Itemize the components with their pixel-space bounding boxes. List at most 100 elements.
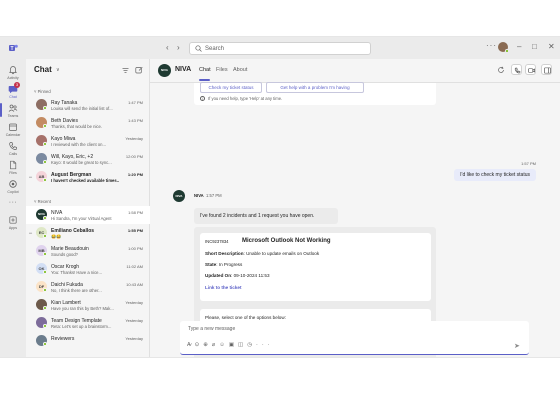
video-call-button[interactable]: [525, 64, 536, 75]
more-options-icon[interactable]: •••: [29, 175, 32, 179]
chat-item-name: Reviewers: [51, 336, 75, 342]
state-value: : In Progress: [216, 262, 243, 267]
recent-section-label[interactable]: ˅ Recent: [34, 199, 51, 204]
chat-list-item[interactable]: Beth Davies Thanks, that would be nice. 1:…: [26, 114, 150, 132]
compose-placeholder: Type a new message: [188, 326, 236, 332]
search-box[interactable]: Search: [189, 42, 371, 55]
rail-item-chat[interactable]: 3 Chat: [0, 82, 26, 99]
chat-list-title: Chat: [34, 65, 52, 74]
chat-item-time: 1:43 PM: [128, 118, 143, 123]
chat-item-preview: I haven't checked available times...: [51, 178, 119, 183]
attach-icon[interactable]: ⊙: [195, 342, 204, 348]
chat-item-time: 1:20 PM: [127, 172, 143, 177]
info-icon: i: [200, 96, 205, 101]
chat-item-time: 11:02 AM: [126, 264, 143, 269]
presence-icon: [43, 270, 47, 274]
chat-item-preview: I reviewed with the client on...: [51, 142, 106, 147]
back-arrow-icon[interactable]: ‹: [166, 43, 169, 52]
chat-item-preview: Thanks, that would be nice.: [51, 124, 102, 129]
format-icon[interactable]: A̷: [187, 342, 195, 348]
rail-item-apps[interactable]: Apps: [0, 215, 26, 230]
more-compose-icon[interactable]: ···: [256, 342, 274, 348]
chat-list-item[interactable]: Team Design Template Reta: Let's set up a…: [26, 314, 150, 332]
recent-label-text: Recent: [37, 199, 51, 204]
ticket-link[interactable]: Link to the ticket: [205, 285, 242, 290]
rail-label-calendar: Calendar: [5, 133, 21, 137]
presence-icon: [43, 106, 47, 110]
presence-icon: [43, 124, 47, 128]
forward-arrow-icon[interactable]: ›: [177, 43, 180, 52]
rail-item-more[interactable]: ···: [0, 199, 26, 206]
rail-item-copilot[interactable]: Copilot: [0, 179, 26, 194]
more-options-icon[interactable]: ···: [486, 41, 497, 50]
chat-item-preview: Reta: Let's set up a brainstorm...: [51, 324, 112, 329]
chat-item-preview: 😂😂: [51, 234, 62, 239]
state-label: State: [205, 262, 217, 267]
app-rail: Activity 3 Chat Teams Calendar Calls Fil…: [0, 59, 26, 357]
search-placeholder: Search: [205, 46, 225, 52]
pinned-section-label[interactable]: ˅ Pinned: [34, 89, 51, 94]
tab-chat[interactable]: Chat: [199, 67, 211, 73]
tab-about[interactable]: About: [233, 67, 247, 73]
presence-icon: [43, 288, 47, 292]
sent-timestamp: 1:57 PM: [521, 161, 536, 166]
presence-icon: [43, 306, 47, 310]
compose-box[interactable]: Type a new message A̷⊙⊕⌀☺▣◫◷···: [180, 321, 529, 355]
close-icon[interactable]: ✕: [548, 42, 555, 51]
loop-icon[interactable]: ⊕: [203, 342, 212, 348]
tab-files[interactable]: Files: [216, 67, 228, 73]
new-chat-icon[interactable]: [135, 66, 143, 74]
teams-window: T ‹ › Search ··· – □ ✕ Activity 3 Chat T…: [0, 36, 560, 358]
rail-item-files[interactable]: Files: [0, 160, 26, 175]
refresh-button[interactable]: [495, 64, 506, 75]
emoji-icon[interactable]: ☺: [219, 342, 229, 348]
chat-list-item[interactable]: EC Emiliano Ceballos 😂😂 1:55 PM •••: [26, 224, 150, 242]
filter-icon[interactable]: [122, 67, 129, 74]
chat-list-item[interactable]: OK Oscar Krogh You: Thanks! Have a nice...…: [26, 260, 150, 278]
chat-header: NIVA NIVA Chat Files About: [150, 59, 560, 83]
chat-list-item[interactable]: AB August Bergman I haven't checked availa…: [26, 168, 150, 186]
more-options-icon[interactable]: •••: [29, 231, 32, 235]
rail-label-calls: Calls: [9, 152, 17, 156]
chat-list-item[interactable]: DF Daichi Fukuda No, I think there are oth…: [26, 278, 150, 296]
chat-item-time: Yesterday: [125, 136, 143, 141]
chat-list-item[interactable]: Will, Kayo, Eric, +2 Kayo: It would be gr…: [26, 150, 150, 168]
rail-item-calls[interactable]: Calls: [0, 141, 26, 156]
chevron-down-icon[interactable]: ∨: [56, 67, 60, 73]
rail-label-teams: Teams: [7, 114, 19, 118]
chat-list-item[interactable]: Reviewers Yesterday: [26, 332, 150, 350]
send-icon[interactable]: ➤: [514, 342, 520, 350]
gif-icon[interactable]: ▣: [229, 342, 238, 348]
chat-item-time: 1:00 PM: [128, 246, 143, 251]
chat-list-item[interactable]: Kayo Miwa I reviewed with the client on..…: [26, 132, 150, 150]
side-panel-button[interactable]: [541, 64, 552, 75]
chat-list-item[interactable]: Kian Lambert Have you ran this by Beth? M…: [26, 296, 150, 314]
ticket-title: Microsoft Outlook Not Working: [242, 238, 331, 244]
ticket-state: State: In Progress: [205, 262, 242, 267]
rail-item-teams[interactable]: Teams: [0, 103, 26, 118]
chat-item-preview: Have you ran this by Beth? Mak...: [51, 306, 114, 311]
rail-label-activity: Activity: [7, 76, 19, 80]
bot-message-meta: NIVA 1:57 PM: [194, 193, 222, 198]
schedule-icon[interactable]: ◷: [247, 342, 256, 348]
bot-name: NIVA: [194, 193, 204, 198]
get-help-button[interactable]: Get help with a problem I'm having: [266, 82, 364, 93]
bot-avatar: NIVA: [173, 190, 185, 202]
updated-label: Updated On: [205, 273, 232, 278]
chat-list-item[interactable]: MB Marie Beaudouin Sounds good? 1:00 PM: [26, 242, 150, 260]
minimize-icon[interactable]: –: [517, 42, 521, 51]
check-ticket-status-button[interactable]: Check my ticket status: [200, 82, 262, 93]
teams-icon: [8, 104, 18, 112]
search-icon: [195, 45, 202, 52]
call-button[interactable]: [511, 64, 522, 75]
presence-available-icon: [505, 49, 509, 53]
chat-item-preview: You: Thanks! Have a nice...: [51, 270, 102, 275]
chat-list-item[interactable]: Ray Tanaka Louisa will send the initial l…: [26, 96, 150, 114]
chat-item-preview: Hi Sandra, I'm your Virtual Agent: [51, 216, 112, 221]
sticker-icon[interactable]: ◫: [238, 342, 247, 348]
rail-item-calendar[interactable]: Calendar: [0, 122, 26, 137]
rail-item-activity[interactable]: Activity: [0, 65, 26, 80]
chat-list-item[interactable]: NIVA NIVA Hi Sandra, I'm your Virtual Agen…: [26, 206, 150, 224]
maximize-icon[interactable]: □: [532, 42, 537, 51]
video-icon: [527, 67, 535, 73]
